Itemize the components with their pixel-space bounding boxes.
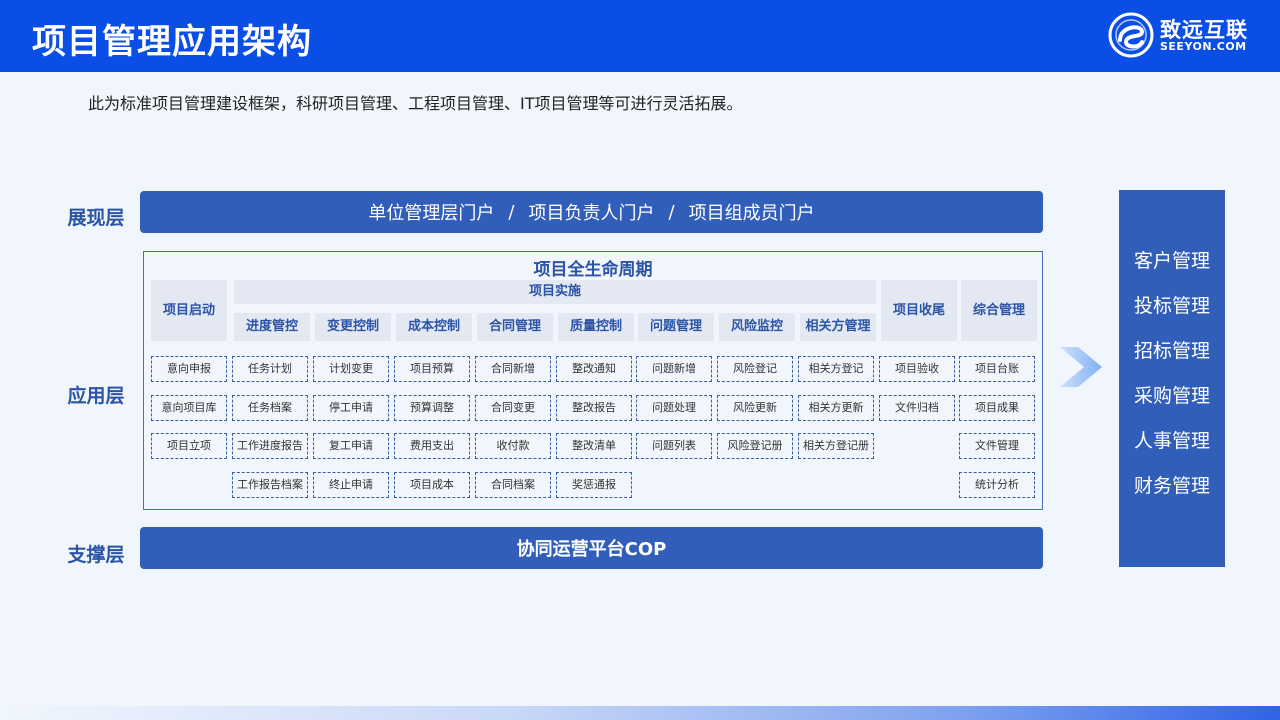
header-stakeholder-management: 相关方管理 <box>800 313 876 341</box>
lifecycle-item: 问题新增 <box>636 356 712 382</box>
header-cost-control: 成本控制 <box>396 313 472 341</box>
support-platform-bar: 协同运营平台COP <box>140 527 1043 569</box>
header-bar: 项目管理应用架构 致远互联 SEEYON.COM <box>0 0 1280 72</box>
header-risk-monitoring: 风险监控 <box>719 313 795 341</box>
lifecycle-item: 问题处理 <box>636 395 712 421</box>
lifecycle-item: 项目立项 <box>151 433 227 459</box>
header-project-closing: 项目收尾 <box>881 280 957 341</box>
lifecycle-item: 工作报告档案 <box>232 472 308 498</box>
header-project-start: 项目启动 <box>151 280 227 341</box>
lifecycle-item: 相关方登记册 <box>798 433 874 459</box>
lifecycle-item: 终止申请 <box>313 472 389 498</box>
portal-item: 单位管理层门户 <box>368 203 495 224</box>
lifecycle-item: 合同变更 <box>475 395 551 421</box>
lifecycle-item: 工作进度报告 <box>232 433 308 459</box>
portal-bar: 单位管理层门户 / 项目负责人门户 / 项目组成员门户 <box>140 191 1043 233</box>
side-item-hr: 人事管理 <box>1133 430 1210 452</box>
side-item-tendering: 招标管理 <box>1133 340 1210 362</box>
lifecycle-item: 费用支出 <box>394 433 470 459</box>
lifecycle-item: 相关方更新 <box>798 395 874 421</box>
seeyon-logo: 致远互联 SEEYON.COM <box>1108 10 1258 62</box>
lifecycle-item: 复工申请 <box>313 433 389 459</box>
lifecycle-item: 意向项目库 <box>151 395 227 421</box>
lifecycle-item: 项目验收 <box>879 356 955 382</box>
lifecycle-item: 风险更新 <box>717 395 793 421</box>
side-item-bidding: 投标管理 <box>1133 295 1210 317</box>
portal-item: 项目负责人门户 <box>528 203 655 224</box>
lifecycle-item: 文件管理 <box>959 433 1035 459</box>
lifecycle-item: 风险登记 <box>717 356 793 382</box>
lifecycle-item: 任务计划 <box>232 356 308 382</box>
lifecycle-item: 奖惩通报 <box>556 472 632 498</box>
header-contract-management: 合同管理 <box>477 313 553 341</box>
lifecycle-item: 合同新增 <box>475 356 551 382</box>
lifecycle-item: 计划变更 <box>313 356 389 382</box>
subtitle: 此为标准项目管理建设框架，科研项目管理、工程项目管理、IT项目管理等可进行灵活拓… <box>88 94 743 113</box>
lifecycle-item: 问题列表 <box>636 433 712 459</box>
lifecycle-title: 项目全生命周期 <box>533 260 653 280</box>
seeyon-logo-icon <box>1108 12 1154 58</box>
lifecycle-item: 统计分析 <box>959 472 1035 498</box>
lifecycle-item: 整改通知 <box>556 356 632 382</box>
header-integrated-management: 综合管理 <box>961 280 1037 341</box>
header-progress-control: 进度管控 <box>234 313 310 341</box>
lifecycle-item: 收付款 <box>475 433 551 459</box>
layer-label-application: 应用层 <box>67 385 125 407</box>
page-title: 项目管理应用架构 <box>32 22 312 62</box>
lifecycle-item: 项目成果 <box>959 395 1035 421</box>
layer-label-support: 支撑层 <box>67 544 125 566</box>
lifecycle-item: 合同档案 <box>475 472 551 498</box>
portal-separator: / <box>508 201 515 223</box>
lifecycle-item: 风险登记册 <box>717 433 793 459</box>
lifecycle-item: 项目成本 <box>394 472 470 498</box>
lifecycle-item: 项目台账 <box>959 356 1035 382</box>
portal-item: 项目组成员门户 <box>688 203 815 224</box>
header-change-control: 变更控制 <box>315 313 391 341</box>
side-panel: 客户管理 投标管理 招标管理 采购管理 人事管理 财务管理 <box>1119 190 1225 567</box>
side-item-customer: 客户管理 <box>1133 250 1210 272</box>
lifecycle-item: 整改报告 <box>556 395 632 421</box>
footer-gradient-strip <box>0 706 1280 720</box>
lifecycle-item: 预算调整 <box>394 395 470 421</box>
lifecycle-item: 任务档案 <box>232 395 308 421</box>
lifecycle-item: 相关方登记 <box>798 356 874 382</box>
header-group-implementation: 项目实施 <box>234 280 876 304</box>
portal-separator: / <box>668 201 675 223</box>
lifecycle-item: 意向申报 <box>151 356 227 382</box>
lifecycle-item: 停工申请 <box>313 395 389 421</box>
lifecycle-item: 整改清单 <box>556 433 632 459</box>
header-quality-control: 质量控制 <box>558 313 634 341</box>
chevron-right-icon <box>1060 347 1102 387</box>
layer-label-presentation: 展现层 <box>67 207 125 229</box>
logo-text-en: SEEYON.COM <box>1160 40 1247 53</box>
lifecycle-item: 文件归档 <box>879 395 955 421</box>
header-issue-management: 问题管理 <box>638 313 714 341</box>
lifecycle-box: 项目全生命周期 项目启动 项目实施 进度管控 变更控制 成本控制 合同管理 质量… <box>143 251 1043 510</box>
lifecycle-item: 项目预算 <box>394 356 470 382</box>
side-item-procurement: 采购管理 <box>1133 385 1210 407</box>
side-item-finance: 财务管理 <box>1133 475 1210 497</box>
